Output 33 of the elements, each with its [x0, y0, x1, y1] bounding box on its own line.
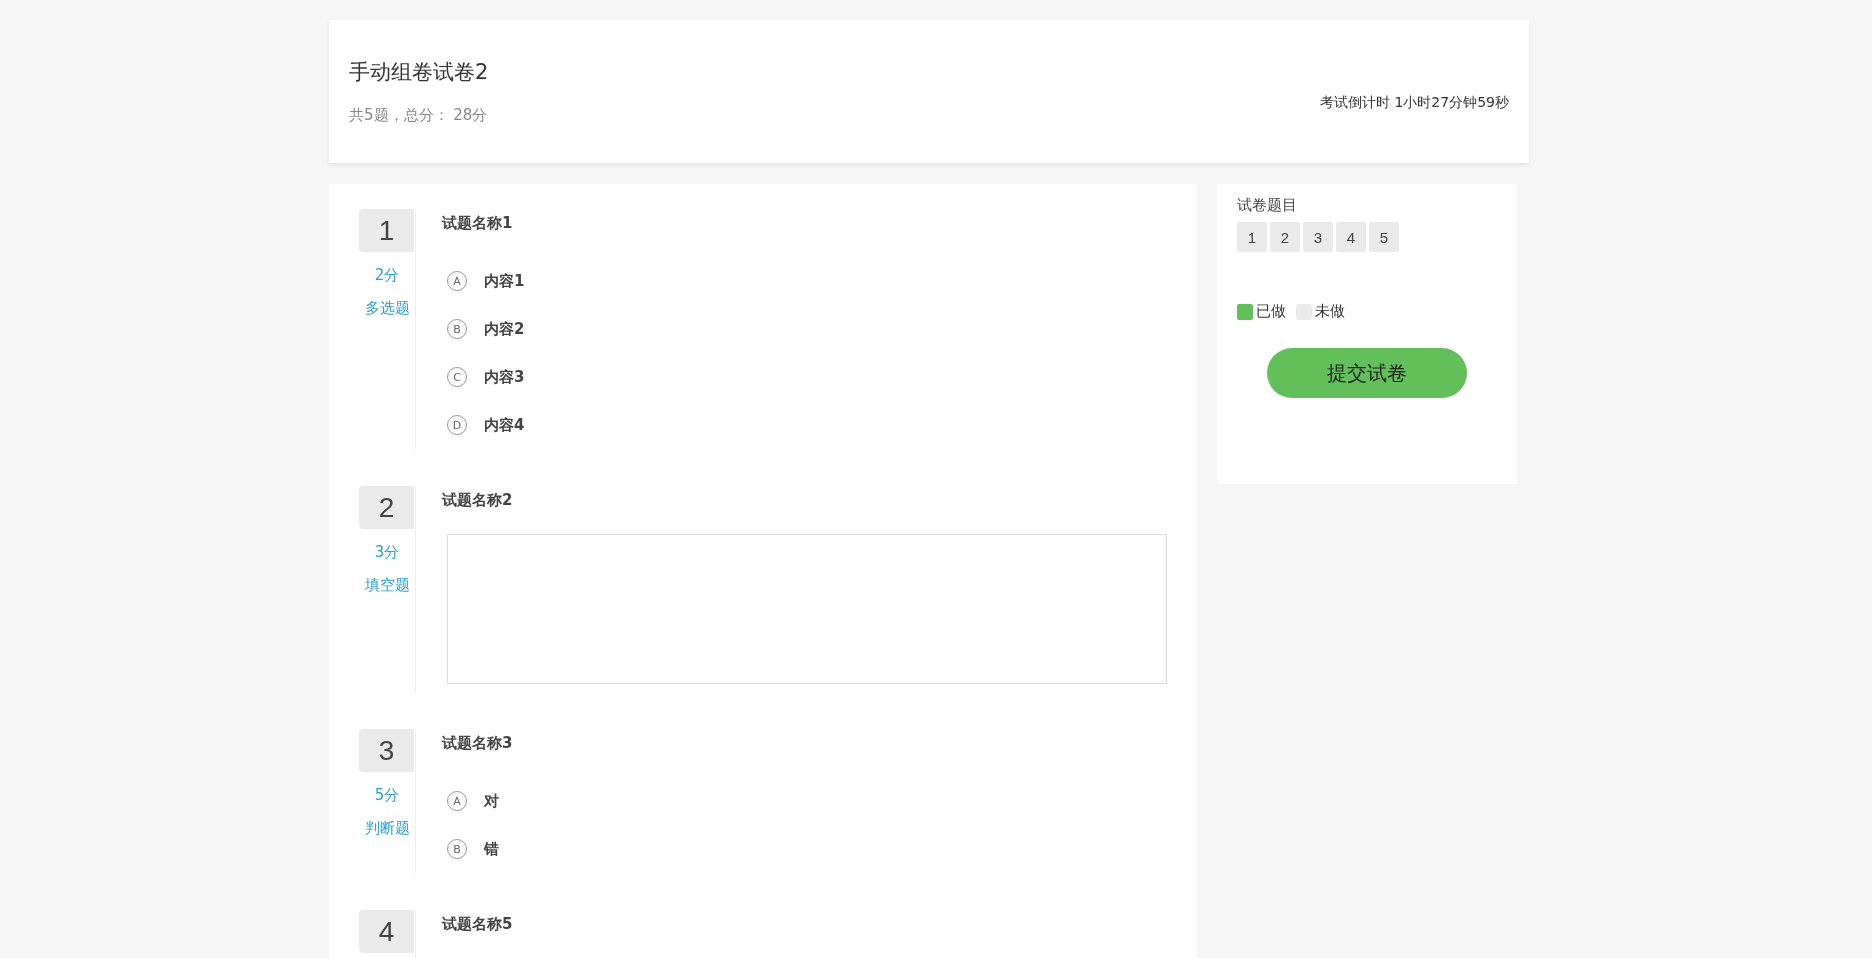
question-title: 试题名称3 [442, 734, 514, 753]
question-number: 3 [359, 729, 414, 772]
exam-title: 手动组卷试卷2 [349, 59, 489, 86]
question-title: 试题名称1 [442, 214, 514, 233]
option-text: 内容2 [484, 319, 525, 339]
question-nav-button[interactable]: 3 [1303, 222, 1333, 252]
sidebar-title: 试卷题目 [1237, 196, 1298, 215]
question-title: 试题名称5 [442, 915, 514, 934]
submit-button[interactable]: 提交试卷 [1267, 348, 1467, 398]
question-number: 1 [359, 209, 414, 252]
question-nav-button[interactable]: 4 [1336, 222, 1366, 252]
question-number: 4 [359, 910, 414, 953]
question-type: 判断题 [364, 819, 410, 838]
question-score: 2分 [374, 266, 400, 285]
question-number: 2 [359, 486, 414, 529]
option-text: 内容4 [484, 415, 525, 435]
question-title: 试题名称2 [442, 491, 514, 510]
question-type: 多选题 [364, 299, 410, 318]
legend-label: 已做 [1256, 302, 1286, 321]
exam-summary: 共5题，总分： 28分 [349, 106, 489, 125]
option-text: 内容1 [484, 271, 525, 291]
option-text: 对 [484, 791, 499, 811]
option-text: 内容3 [484, 367, 525, 387]
question-nav-button[interactable]: 2 [1270, 222, 1300, 252]
option-text: 错 [484, 839, 499, 859]
question-nav-button[interactable]: 5 [1369, 222, 1399, 252]
answer-box[interactable] [447, 534, 1167, 684]
question-nav-button[interactable]: 1 [1237, 222, 1267, 252]
legend-label: 未做 [1315, 302, 1345, 321]
question-score: 5分 [374, 786, 400, 805]
countdown-text: 考试倒计时 1小时27分钟59秒 [1320, 94, 1509, 112]
question-score: 3分 [374, 543, 400, 562]
question-type: 填空题 [364, 576, 410, 595]
